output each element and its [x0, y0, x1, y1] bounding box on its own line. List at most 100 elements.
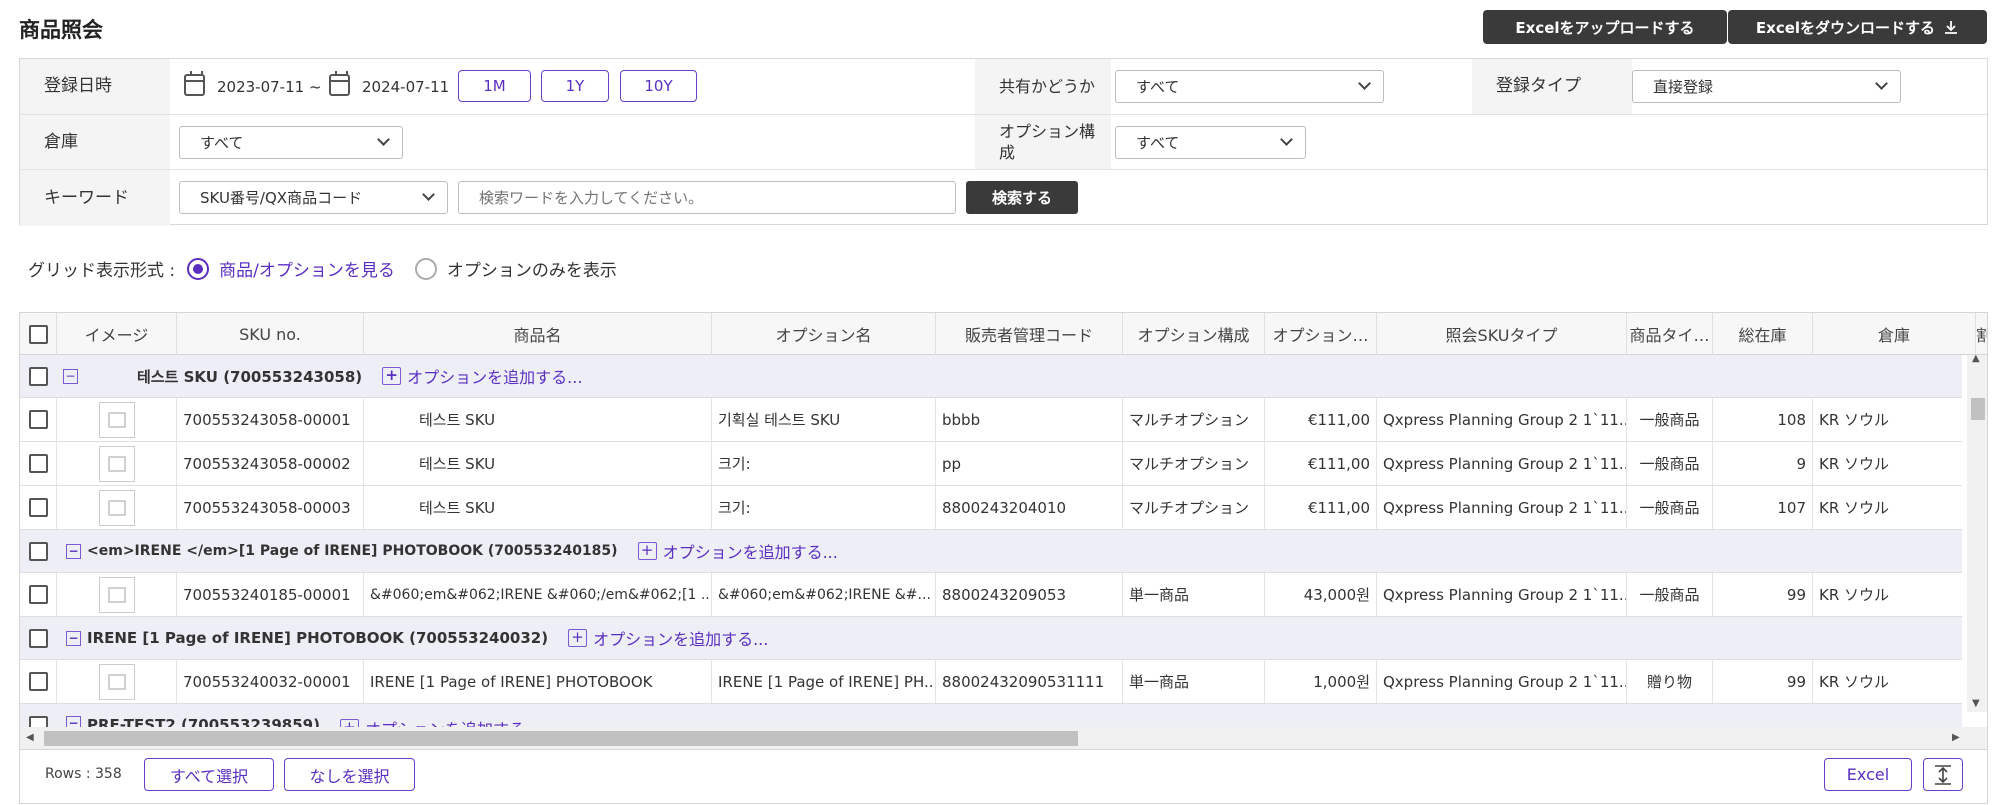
table-row[interactable]: 700553243058-00002 테스트 SKU 크기: pp マルチオプシ… — [20, 442, 1976, 486]
scroll-left-icon[interactable]: ◀ — [26, 732, 34, 743]
col-seller-code[interactable]: 販売者管理コード — [936, 313, 1123, 355]
table-row[interactable]: 700553243058-00003 테스트 SKU 크기: 880024320… — [20, 486, 1976, 530]
vertical-scroll-thumb[interactable] — [1971, 398, 1985, 420]
thumbnail-cell — [57, 442, 177, 485]
option-comp-label: オプション構成 — [975, 115, 1111, 169]
keyword-type-select[interactable]: SKU番号/QX商品コード — [179, 181, 448, 214]
add-option-link[interactable]: +オプションを追加する... — [382, 364, 582, 388]
sku-type-cell: Qxpress Planning Group 2 1`11... — [1377, 573, 1627, 616]
warehouse-cell: KR ソウル — [1813, 398, 1976, 441]
scroll-right-icon[interactable]: ▶ — [1952, 732, 1960, 743]
row-checkbox[interactable] — [28, 585, 48, 604]
image-placeholder-icon — [98, 663, 135, 700]
add-option-link[interactable]: +オプションを追加する... — [568, 626, 768, 650]
vertical-scrollbar[interactable]: ▲ ▼ — [1967, 353, 1987, 712]
excel-button[interactable]: Excel — [1824, 758, 1912, 791]
table-row[interactable]: 700553240185-00001 &#060;em&#062;IRENE &… — [20, 573, 1976, 617]
col-product-name[interactable]: 商品名 — [364, 313, 712, 355]
product-type-cell: 一般商品 — [1627, 486, 1713, 529]
date-from[interactable]: 2023-07-11 ~ — [217, 78, 322, 96]
horizontal-scrollbar[interactable]: ◀ ▶ — [20, 727, 1987, 749]
table-row[interactable]: 700553243058-00001 테스트 SKU 기획실 테스트 SKU b… — [20, 398, 1976, 442]
col-option-price[interactable]: オプション… — [1265, 313, 1377, 355]
table-row[interactable]: 700553240032-00001 IRENE [1 Page of IREN… — [20, 660, 1976, 704]
composition-cell: 単一商品 — [1123, 660, 1265, 703]
sku-cell: 700553243058-00003 — [177, 486, 364, 529]
row-checkbox-cell — [20, 486, 57, 529]
select-all-checkbox[interactable] — [28, 324, 48, 344]
collapse-icon[interactable]: − — [66, 630, 81, 646]
product-type-cell: 一般商品 — [1627, 398, 1713, 441]
col-option-name[interactable]: オプション名 — [712, 313, 936, 355]
range-1y-button[interactable]: 1Y — [541, 70, 609, 102]
col-sku-type[interactable]: 照会SKUタイプ — [1377, 313, 1627, 355]
group-title: <em>IRENE </em>[1 Page of IRENE] PHOTOBO… — [87, 543, 618, 559]
row-checkbox[interactable] — [28, 454, 48, 473]
price-cell: €111,00 — [1265, 486, 1377, 529]
seller-code-cell: bbbb — [936, 398, 1123, 441]
filter-row-date: 登録日時 2023-07-11 ~ 2024-07-11 1M 1Y 10Y 共… — [20, 59, 1987, 115]
col-total-stock[interactable]: 総在庫 — [1713, 313, 1813, 355]
sku-cell: 700553243058-00002 — [177, 442, 364, 485]
col-warehouse[interactable]: 倉庫 — [1813, 313, 1976, 355]
row-checkbox[interactable] — [29, 366, 48, 386]
row-checkbox-cell — [20, 355, 57, 397]
excel-upload-button[interactable]: Excelをアップロードする — [1483, 10, 1727, 44]
col-sku[interactable]: SKU no. — [177, 313, 364, 355]
col-product-type[interactable]: 商品タイ… — [1627, 313, 1713, 355]
radio-product-option[interactable] — [187, 257, 210, 280]
header-checkbox-cell — [20, 313, 57, 355]
horizontal-scroll-thumb[interactable] — [44, 731, 1078, 746]
add-option-link[interactable]: +オプションを追加する... — [637, 539, 838, 563]
stock-cell: 108 — [1713, 398, 1813, 441]
row-checkbox[interactable] — [28, 410, 48, 429]
radio-product-option-label[interactable]: 商品/オプションを見る — [219, 256, 395, 281]
calendar-icon[interactable] — [184, 71, 205, 96]
grid-mode-selector: グリッド表示形式 : 商品/オプションを見る オプションのみを表示 — [28, 256, 617, 281]
download-icon — [1945, 21, 1958, 34]
grid-footer: Rows : 358 すべて選択 なしを選択 Excel — [19, 750, 1988, 804]
option-comp-select[interactable]: すべて — [1115, 126, 1306, 159]
collapse-icon[interactable]: − — [63, 368, 78, 384]
thumbnail-cell — [57, 398, 177, 441]
row-checkbox[interactable] — [29, 541, 48, 561]
expand-height-button[interactable] — [1923, 758, 1963, 791]
collapse-cell: − — [63, 355, 83, 397]
sku-cell: 700553240185-00001 — [177, 573, 364, 616]
radio-option-only[interactable] — [414, 257, 437, 280]
page-title: 商品照会 — [19, 18, 103, 42]
row-checkbox[interactable] — [28, 672, 48, 691]
warehouse-select[interactable]: すべて — [179, 126, 403, 159]
search-button[interactable]: 検索する — [966, 181, 1078, 214]
keyword-input[interactable] — [458, 181, 956, 214]
excel-download-button[interactable]: Excelをダウンロードする — [1728, 10, 1987, 44]
range-10y-button[interactable]: 10Y — [620, 70, 697, 102]
group-title-cell: − <em>IRENE </em>[1 Page of IRENE] PHOTO… — [66, 530, 966, 572]
stock-cell: 99 — [1713, 660, 1813, 703]
row-checkbox[interactable] — [28, 498, 48, 517]
calendar-icon[interactable] — [329, 71, 350, 96]
product-name-cell: &#060;em&#062;IRENE &#060;/em&#062;[1 ..… — [364, 573, 712, 616]
select-none-button[interactable]: なしを選択 — [284, 758, 415, 791]
group-title: 테스트 SKU (700553243058) — [137, 367, 363, 386]
reg-type-select[interactable]: 直接登録 — [1632, 70, 1901, 103]
keyword-label: キーワード — [20, 170, 170, 226]
row-checkbox-cell — [20, 573, 57, 616]
row-checkbox[interactable] — [29, 628, 48, 648]
scroll-down-icon[interactable]: ▼ — [1972, 698, 1980, 709]
excel-upload-label: Excelをアップロードする — [1515, 18, 1695, 37]
col-option-comp[interactable]: オプション構成 — [1123, 313, 1265, 355]
shared-select[interactable]: すべて — [1115, 70, 1384, 103]
scroll-up-icon[interactable]: ▲ — [1972, 353, 1980, 364]
product-type-cell: 贈り物 — [1627, 660, 1713, 703]
sku-type-cell: Qxpress Planning Group 2 1`11... — [1377, 442, 1627, 485]
collapse-icon[interactable]: − — [66, 543, 81, 559]
radio-option-only-label[interactable]: オプションのみを表示 — [447, 256, 617, 281]
composition-cell: マルチオプション — [1123, 398, 1265, 441]
col-extra[interactable]: 割り — [1976, 313, 1987, 355]
range-1m-button[interactable]: 1M — [458, 70, 531, 102]
date-to[interactable]: 2024-07-11 — [362, 78, 449, 96]
col-image[interactable]: イメージ — [57, 313, 177, 355]
composition-cell: マルチオプション — [1123, 486, 1265, 529]
select-all-button[interactable]: すべて選択 — [144, 758, 274, 791]
